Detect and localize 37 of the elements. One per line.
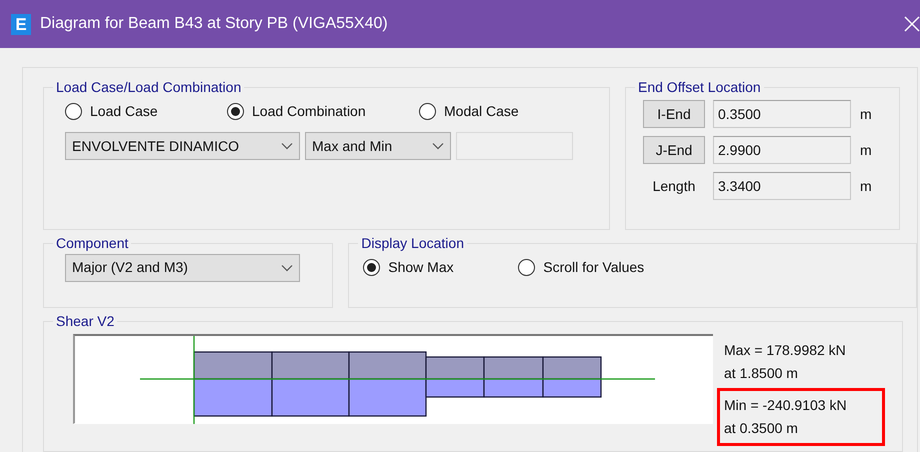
unit-label: m <box>860 176 872 196</box>
radio-label[interactable]: Show Max <box>388 257 454 278</box>
radio-button[interactable] <box>518 259 536 276</box>
radio-button[interactable] <box>227 103 244 120</box>
unit-label: m <box>860 104 872 124</box>
radio-label[interactable]: Scroll for Values <box>543 257 644 278</box>
result-text: Min = -240.9103 kN <box>724 396 848 415</box>
close-icon[interactable] <box>902 14 920 34</box>
app-logo: E <box>11 14 31 34</box>
group-label: Component <box>55 236 130 250</box>
chevron-down-icon <box>432 142 444 150</box>
end-button[interactable]: J-End <box>643 136 705 164</box>
result-text: Max = 178.9982 kN <box>724 341 847 360</box>
result-text: at 1.8500 m <box>724 364 799 383</box>
field-label: Length <box>652 176 696 196</box>
chevron-down-icon <box>281 264 293 272</box>
radio-button[interactable] <box>419 103 436 120</box>
radio-button[interactable] <box>65 103 82 120</box>
dropdown[interactable]: Max and Min <box>305 132 451 160</box>
group-label: Shear V2 <box>55 314 116 328</box>
group-label: End Offset Location <box>637 80 762 94</box>
value-field[interactable]: 2.9900 <box>713 136 851 164</box>
radio-label[interactable]: Load Case <box>90 101 158 122</box>
dropdown[interactable]: ENVOLVENTE DINAMICO <box>65 132 300 160</box>
group-label: Display Location <box>360 236 465 250</box>
chevron-down-icon <box>281 142 293 150</box>
radio-label[interactable]: Modal Case <box>444 101 519 122</box>
unit-label: m <box>860 140 872 160</box>
value-field[interactable]: 3.3400 <box>713 172 851 200</box>
value-field[interactable]: 0.3500 <box>713 100 851 128</box>
radio-label[interactable]: Load Combination <box>252 101 366 122</box>
window-title: Diagram for Beam B43 at Story PB (VIGA55X40) <box>40 14 388 34</box>
radio-button[interactable] <box>363 259 380 276</box>
dropdown[interactable]: Major (V2 and M3) <box>65 254 300 282</box>
end-button[interactable]: I-End <box>643 100 705 128</box>
group-label: Load Case/Load Combination <box>55 80 242 94</box>
result-text: at 0.3500 m <box>724 419 799 438</box>
